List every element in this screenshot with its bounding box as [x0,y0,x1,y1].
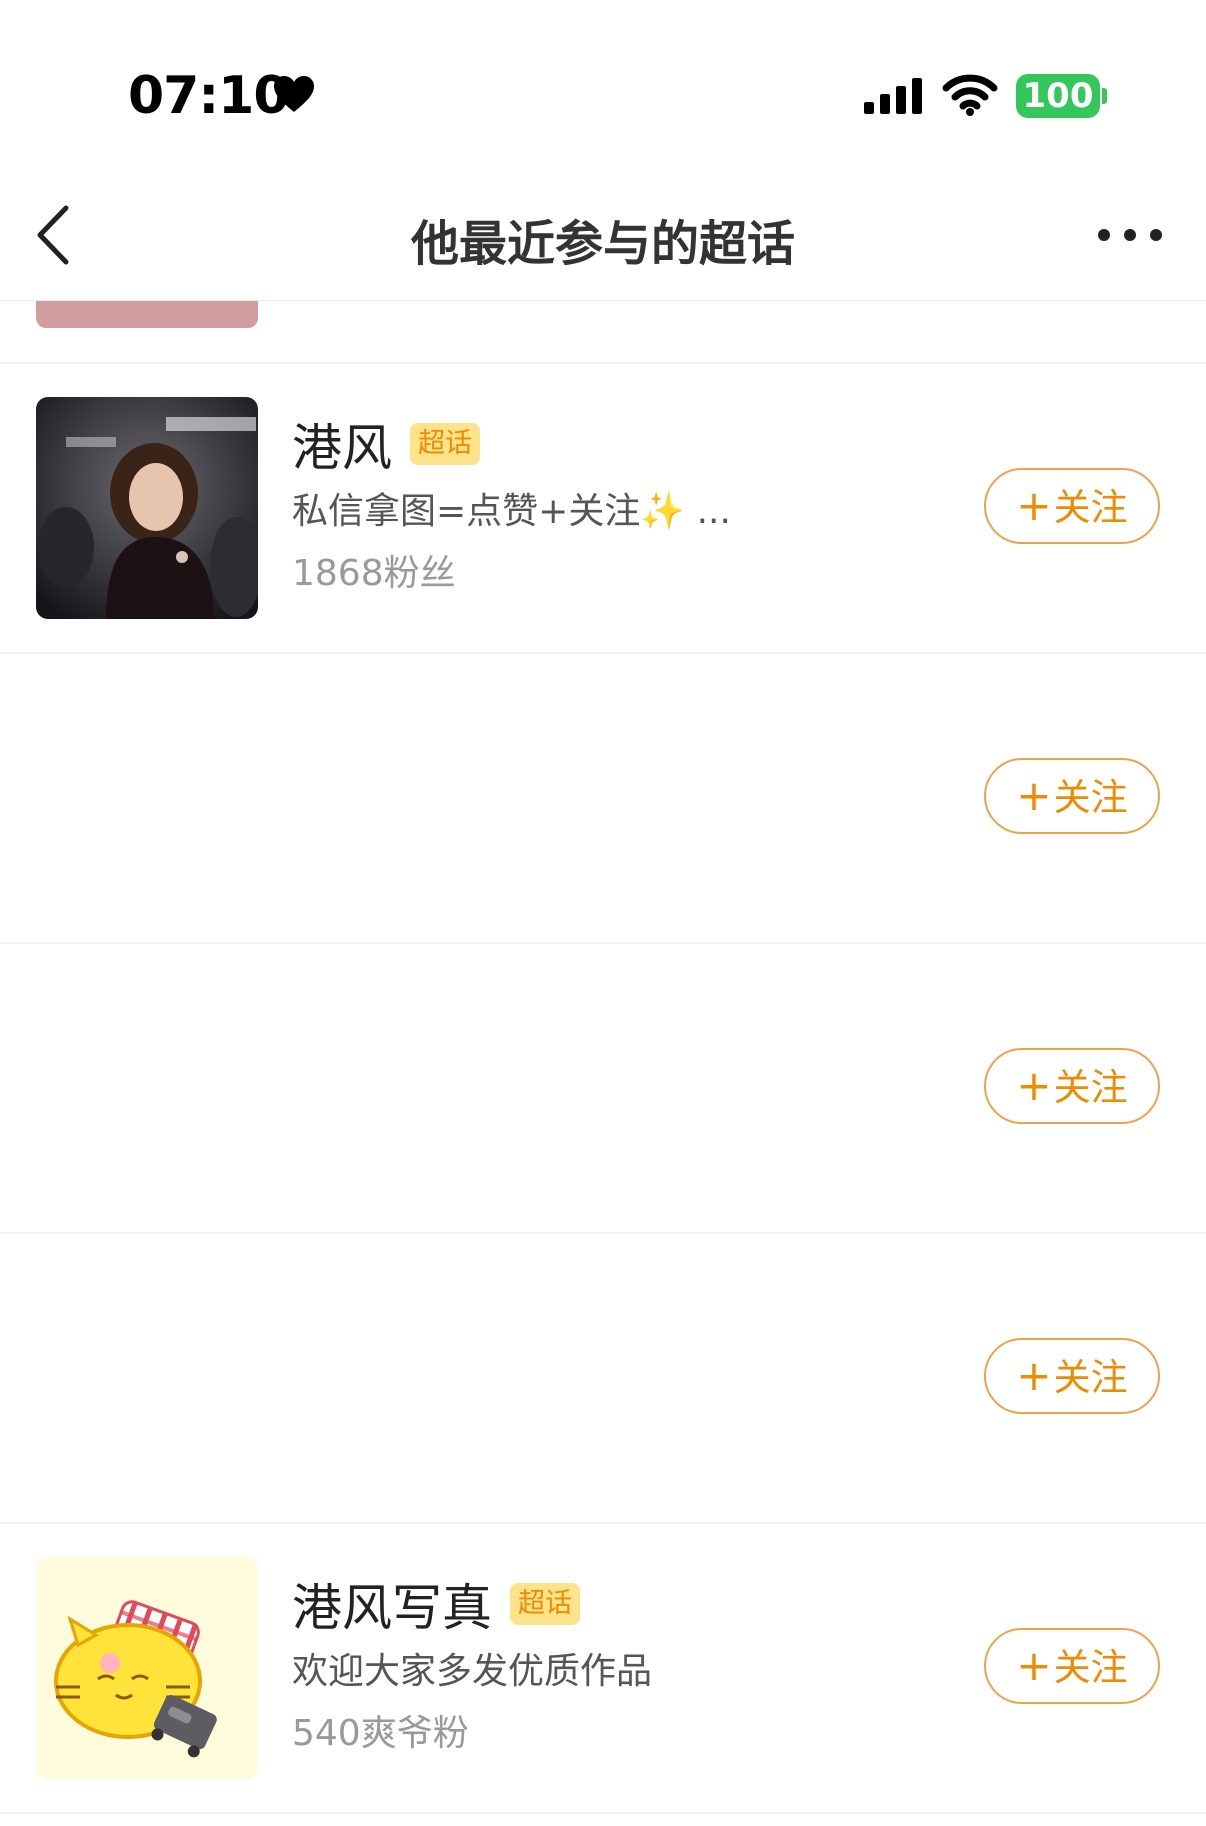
list-item[interactable]: +关注 [0,944,1206,1234]
plus-icon: + [1016,771,1052,820]
topic-name: 港风写真 [292,1579,492,1637]
plus-icon: + [1016,1351,1052,1400]
topic-name: 港风 [292,419,392,477]
follow-button[interactable]: +关注 [984,1048,1160,1124]
nav-bar: 他最近参与的超话 [0,170,1206,301]
follow-button[interactable]: +关注 [984,758,1160,834]
topic-description: 欢迎大家多发优质作品 [292,1651,653,1692]
page-title: 他最近参与的超话 [410,216,795,272]
wifi-icon [942,74,998,116]
follow-button[interactable]: +关注 [984,1338,1160,1414]
topic-thumbnail [36,300,258,328]
topic-fans: 540爽爷粉 [292,1713,469,1754]
follow-button[interactable]: +关注 [984,1628,1160,1704]
supertopic-tag: 超话 [410,423,480,465]
plus-icon: + [1016,1061,1052,1110]
follow-label: 关注 [1053,1066,1128,1109]
follow-button[interactable]: +关注 [984,468,1160,544]
topic-fans: 1868粉丝 [292,553,456,594]
topic-name-line: 港风 超话 [292,414,480,477]
status-time: 07:10 [128,66,290,126]
follow-label: 关注 [1053,1356,1128,1399]
status-bar: 07:10 100 [0,0,1206,170]
topic-description: 私信拿图=点赞+关注✨ ... [292,491,731,532]
list-item[interactable]: +关注 [0,654,1206,944]
list-item-partial[interactable] [0,300,1206,364]
plus-icon: + [1016,1641,1052,1690]
topic-thumbnail [36,1557,258,1779]
topic-thumbnail [36,397,258,619]
follow-label: 关注 [1053,486,1128,529]
follow-label: 关注 [1053,1646,1128,1689]
supertopic-tag: 超话 [510,1583,580,1625]
battery-indicator: 100 [1016,74,1100,118]
signal-icon [864,78,922,114]
follow-label: 关注 [1053,776,1128,819]
list-item[interactable]: +关注 [0,1234,1206,1524]
battery-tip [1102,88,1107,104]
list-item[interactable]: 港风 超话 私信拿图=点赞+关注✨ ... 1868粉丝 +关注 [0,364,1206,654]
more-icon[interactable] [1096,222,1164,248]
list-item[interactable]: 港风写真 超话 欢迎大家多发优质作品 540爽爷粉 +关注 [0,1524,1206,1814]
topic-name-line: 港风写真 超话 [292,1574,580,1637]
plus-icon: + [1016,481,1052,530]
heart-icon [274,76,314,112]
